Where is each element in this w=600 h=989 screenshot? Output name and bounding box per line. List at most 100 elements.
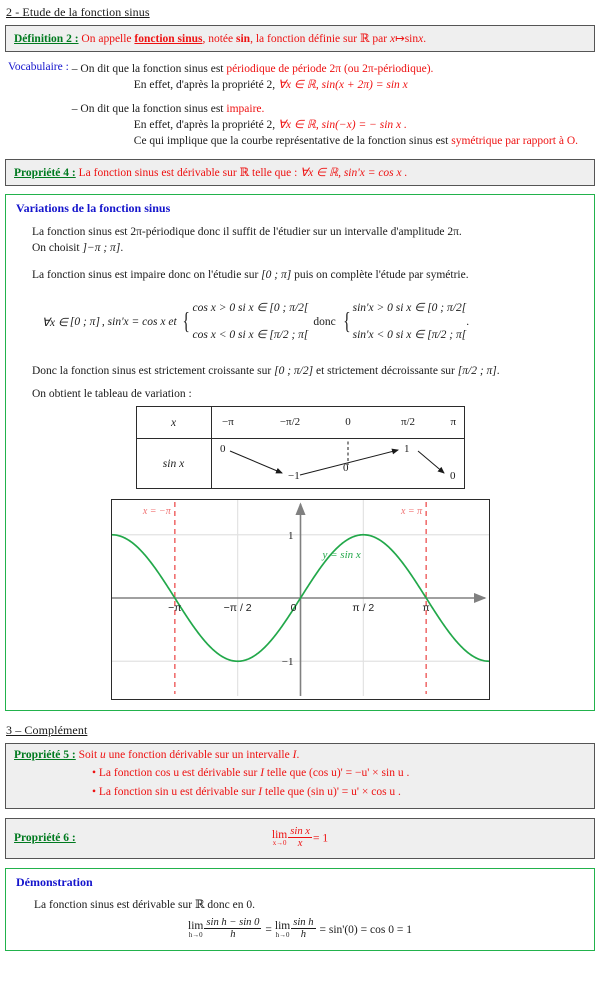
definition-2-text-d: par <box>369 33 390 45</box>
svg-text:x = −π: x = −π <box>141 506 171 517</box>
svg-text:0: 0 <box>345 416 351 428</box>
vocab-item-1-text: On dit que la fonction sinus est <box>80 63 227 75</box>
system-right-1-interval: [0 ; π/2[ <box>427 302 467 315</box>
system-left-1-text: cos x > 0 si x ∈ <box>192 302 267 315</box>
svg-text:−π/2: −π/2 <box>279 416 299 428</box>
propriete-6-frac-den: x <box>288 837 312 849</box>
propriete-6-formula: lim x→0 sin x x = 1 <box>112 826 488 849</box>
document-page: 2 - Etude de la fonction sinus Définitio… <box>0 0 600 989</box>
demo-frac-1-den: h <box>204 928 262 940</box>
svg-text:π/2: π/2 <box>400 416 414 428</box>
svg-text:x = π: x = π <box>399 506 422 517</box>
demo-line-1-b: donc en 0. <box>204 899 255 912</box>
variation-row-x-label: x <box>135 406 212 440</box>
system-left-1-interval: [0 ; π/2[ <box>269 302 309 315</box>
definition-2-text-c: , la fonction définie sur <box>250 33 360 45</box>
svg-text:y = sin x: y = sin x <box>321 549 360 561</box>
variation-table-row-x: x −π −π/2 0 π/2 π <box>135 406 465 440</box>
variation-row-sin-values: 0 −1 0 1 0 <box>210 425 465 490</box>
bullet-dot-icon-2: • <box>92 785 97 798</box>
variation-x-svg: −π −π/2 0 π/2 π <box>222 416 456 428</box>
system-right-line-2: sin'x < 0 si x ∈ [π/2 ; π[ <box>353 322 467 349</box>
demo-line-1-set: ℝ <box>194 897 205 912</box>
vocab-gap-1 <box>72 94 595 101</box>
variations-p1-line2: On choisit ]−π ; π]. <box>32 240 584 256</box>
system-right-2-interval: [π/2 ; π[ <box>427 329 467 342</box>
definition-2-emphasis: fonction sinus <box>134 33 203 45</box>
section-3-heading: 3 – Complément <box>6 723 88 738</box>
system-left-2-interval: [π/2 ; π[ <box>269 329 309 342</box>
vocab-item-1-line-2-red: ∀x ∈ ℝ, sin(x + 2π) = sin x <box>278 79 408 92</box>
sine-graph-box: x = −π x = π 1 −1 −π −π / 2 0 π / 2 π y = sin x <box>110 499 490 701</box>
section-2-heading: 2 - Etude de la fonction sinus <box>6 5 150 19</box>
variations-p1-line2-b: . <box>120 241 124 254</box>
propriete-6-lim: lim x→0 <box>272 829 287 848</box>
sine-graph-svg: x = −π x = π 1 −1 −π −π / 2 0 π / 2 π y = sin x <box>111 500 489 697</box>
system-left-line-1: cos x > 0 si x ∈ [0 ; π/2[ <box>193 295 309 322</box>
vocab-item-2-line-2-red: ∀x ∈ ℝ, sin(−x) = − sin x . <box>278 118 407 131</box>
section-3-heading-wrap: 3 – Complément <box>0 718 600 740</box>
vocab-item-1-dash: – <box>71 63 78 75</box>
demo-lim-2-word: lim <box>274 920 291 933</box>
propriete-6-equals: = 1 <box>312 832 329 845</box>
system-right-brace: { <box>343 308 351 336</box>
definition-2-text-b: , notée <box>202 33 237 45</box>
propriete-5-label: Propriété 5 : <box>14 749 76 762</box>
demo-line-1-a: La fonction sinus est dérivable sur <box>34 899 195 912</box>
variation-arrows-svg: 0 −1 0 1 0 <box>220 425 456 482</box>
system-prefix-a: ∀x ∈ <box>42 317 68 330</box>
propriete-5-bullet-1: • La fonction cos u est dérivable sur I … <box>92 764 586 782</box>
svg-text:π: π <box>450 416 456 428</box>
sine-graph-wrap: x = −π x = π 1 −1 −π −π / 2 0 π / 2 π y = sin x <box>16 499 584 701</box>
propriete-5-bullet-2: • La fonction sin u est dérivable sur I … <box>92 783 586 801</box>
demonstration-title: Démonstration <box>16 875 93 890</box>
propriete-5-intro-c: . <box>296 749 300 762</box>
propriete-5-box: Propriété 5 : Soit u une fonction dériva… <box>5 743 595 810</box>
propriete-5-intro-a: Soit <box>78 749 101 762</box>
demo-tail: = sin'(0) = cos 0 = 1 <box>319 923 412 936</box>
svg-text:−1: −1 <box>281 657 293 669</box>
svg-text:π: π <box>422 602 429 614</box>
demo-frac-1-num: sin h − sin 0 <box>206 917 260 929</box>
svg-text:0: 0 <box>450 470 456 482</box>
definition-2-box: Définition 2 : On appelle fonction sinus… <box>5 25 595 52</box>
vocab-item-2-line-1: – On dit que la fonction sinus est impai… <box>72 101 595 117</box>
propriete-5-bullet-1-a: La fonction cos u est dérivable sur <box>98 767 261 780</box>
propriete-6-row: Propriété 6 : lim x→0 sin x x = 1 <box>14 826 586 849</box>
definition-2-set: ℝ <box>359 31 370 45</box>
svg-text:−π / 2: −π / 2 <box>223 602 251 614</box>
vocab-item-2-line-2: En effet, d'après la propriété 2, ∀x ∈ ℝ… <box>72 117 595 133</box>
tableau-intro: On obtient le tableau de variation : <box>32 388 192 401</box>
demonstration-line-1: La fonction sinus est dérivable sur ℝ do… <box>16 890 584 911</box>
vocab-item-2-red: impaire. <box>226 102 265 115</box>
propriete-6-label: Propriété 6 : <box>14 831 76 844</box>
variations-system: ∀x ∈ [0 ; π] , sin'x = cos x et { cos x … <box>16 281 584 349</box>
demo-frac-2-den: h <box>291 928 316 940</box>
demo-lim-1-word: lim <box>188 920 204 933</box>
svg-text:π / 2: π / 2 <box>352 602 374 614</box>
propriete-5-bullet-1-b: telle que (cos u)' = −u' × sin u . <box>264 767 410 780</box>
vocab-item-1-red: périodique de période 2π (ou 2π-périodiq… <box>226 63 434 75</box>
definition-2-map-sin: sin <box>404 33 419 45</box>
propriete-4-formula: ∀x ∈ ℝ, sin'x = cos x . <box>300 166 408 179</box>
vocab-item-2-line-3-red: symétrique par rapport à O. <box>451 135 578 148</box>
system-right-group: sin'x > 0 si x ∈ [0 ; π/2[ sin'x < 0 si … <box>353 295 467 349</box>
variation-row-sin-label: sin x <box>135 438 212 490</box>
propriete-5-bullet-2-b: telle que (sin u)' = u' × cos u . <box>262 785 401 798</box>
svg-text:1: 1 <box>404 443 410 455</box>
definition-2-text-a: On appelle <box>81 33 135 45</box>
propriete-4-box: Propriété 4 : La fonction sinus est déri… <box>5 158 595 186</box>
system-donc: donc <box>313 316 336 329</box>
vocab-item-2-text: On dit que la fonction sinus est <box>80 102 227 115</box>
system-left-group: cos x > 0 si x ∈ [0 ; π/2[ cos x < 0 si … <box>193 295 309 349</box>
vocabulaire-label: Vocabulaire : <box>8 61 69 73</box>
vocab-item-2-line-3-black: Ce qui implique que la courbe représenta… <box>133 135 452 148</box>
svg-text:0: 0 <box>290 602 296 614</box>
svg-text:−1: −1 <box>288 470 300 482</box>
system-left-brace: { <box>182 308 190 336</box>
propriete-6-lim-sub: x→0 <box>272 840 287 848</box>
definition-2-period: . <box>423 33 427 45</box>
variations-paragraph-2: La fonction sinus est impaire donc on l'… <box>16 256 584 281</box>
demo-lim-2-sub: h→0 <box>275 931 290 939</box>
propriete-6-frac-num: sin x <box>290 826 310 838</box>
